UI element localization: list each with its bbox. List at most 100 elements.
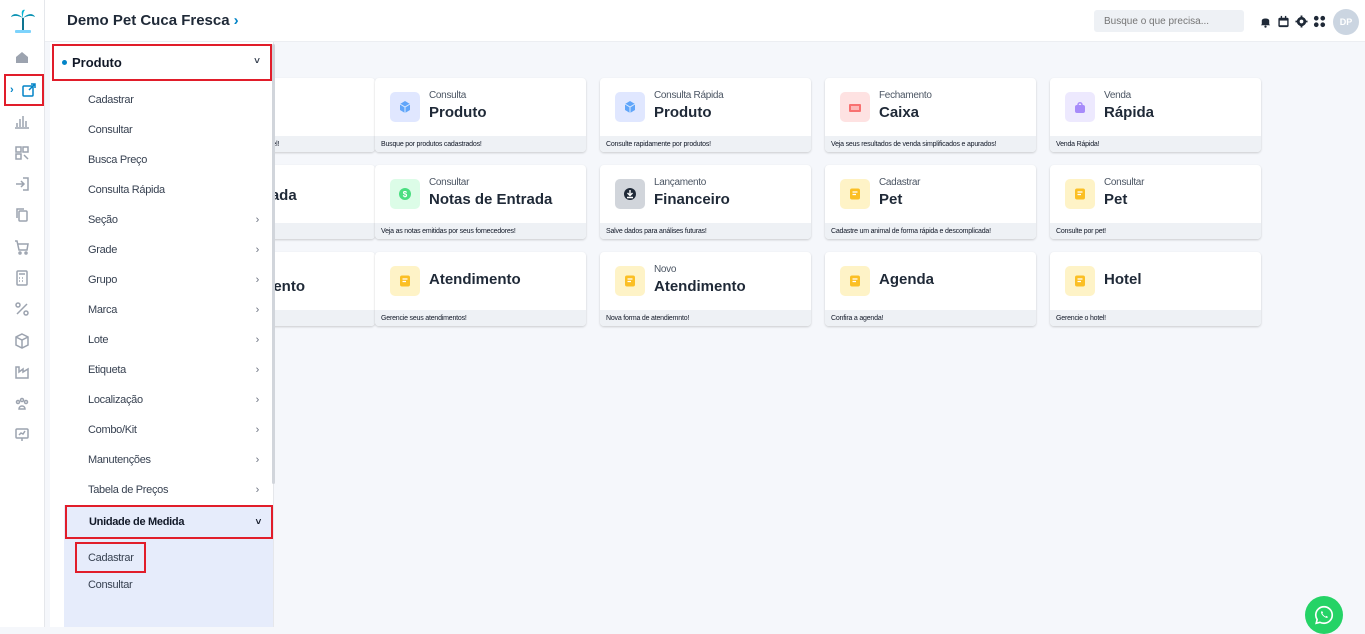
shortcut-card[interactable]: Venda Rápida Venda Rápida!: [1050, 78, 1261, 152]
box-icon[interactable]: [12, 331, 32, 351]
avatar[interactable]: DP: [1333, 9, 1359, 35]
unidade-cadastrar-link[interactable]: Cadastrar: [75, 542, 146, 573]
chevron-right-icon: ›: [233, 12, 239, 29]
cube-icon: [390, 92, 420, 122]
page-title[interactable]: Demo Pet Cuca Fresca ›: [67, 12, 239, 29]
submenu-item-label: Consultar: [88, 124, 133, 136]
chart-bars-icon[interactable]: [12, 112, 32, 132]
card-subtitle: Venda: [1104, 90, 1131, 101]
card-subtitle: Lançamento: [654, 177, 707, 188]
submenu-header-produto[interactable]: Produto ˅: [52, 44, 272, 81]
note-icon: [615, 266, 645, 296]
submenu-item-label: Combo/Kit: [88, 424, 137, 436]
submenu-item[interactable]: Localização ›: [65, 385, 273, 415]
presentation-icon[interactable]: [12, 425, 32, 445]
paw-icon[interactable]: [12, 394, 32, 414]
shortcut-card[interactable]: Consulta Rápida Produto Consulte rapidamen…: [600, 78, 811, 152]
chevron-down-icon: ˅: [255, 516, 261, 528]
percent-icon[interactable]: [12, 299, 32, 319]
bell-icon[interactable]: [1258, 14, 1272, 28]
card-title: Produto: [654, 104, 712, 121]
note-icon: [840, 266, 870, 296]
card-description: Nova forma de atendiemnto!: [600, 310, 811, 326]
card-description: Veja as notas emitidas por seus forneced…: [375, 223, 586, 239]
submenu-item[interactable]: Grupo ›: [65, 265, 273, 295]
card-title: Atendimento: [654, 278, 746, 295]
submenu-item[interactable]: Consultar: [65, 115, 273, 145]
apps-grid-icon[interactable]: [1312, 14, 1326, 28]
top-header: Demo Pet Cuca Fresca› DP: [45, 0, 1365, 42]
submenu-item[interactable]: Etiqueta ›: [65, 355, 273, 385]
card-subtitle: Consulta: [429, 90, 467, 101]
submenu-scrollbar[interactable]: [272, 44, 275, 484]
submenu-item-unidade-medida[interactable]: Unidade de Medida ˅: [65, 505, 273, 539]
chevron-right-icon: ›: [255, 244, 260, 256]
submenu-item[interactable]: Consulta Rápida: [65, 175, 273, 205]
submenu-item[interactable]: Tabela de Preços ›: [65, 475, 273, 505]
card-description: Gerencie seus atendimentos!: [375, 310, 586, 326]
submenu-item-label: Seção: [88, 214, 118, 226]
qr-code-icon[interactable]: [12, 143, 32, 163]
submenu-item-label: Lote: [88, 334, 109, 346]
shortcut-card[interactable]: Hotel Gerencie o hotel!: [1050, 252, 1261, 326]
home-icon[interactable]: [12, 47, 32, 67]
submenu-item[interactable]: Busca Preço: [65, 145, 273, 175]
submenu-item-label: Grade: [88, 244, 118, 256]
card-title: Agenda: [879, 271, 935, 288]
chevron-right-icon: ›: [255, 274, 260, 286]
whatsapp-icon[interactable]: [1305, 596, 1343, 634]
left-rail: ›: [0, 0, 45, 627]
submenu-item[interactable]: Combo/Kit ›: [65, 415, 273, 445]
login-icon[interactable]: [12, 174, 32, 194]
cart-icon[interactable]: [12, 237, 32, 257]
shortcut-card[interactable]: $ Consultar Notas de Entrada Veja as notas …: [375, 165, 586, 239]
shortcut-card[interactable]: Agenda Confira a agenda!: [825, 252, 1036, 326]
copy-icon[interactable]: [12, 205, 32, 225]
external-link-icon[interactable]: [19, 80, 39, 100]
search-input[interactable]: [1094, 10, 1244, 32]
shortcut-card[interactable]: Fechamento Caixa Veja seus resultados de v…: [825, 78, 1036, 152]
note-icon: [1065, 179, 1095, 209]
submenu-item[interactable]: Seção ›: [65, 205, 273, 235]
submenu-item[interactable]: Marca ›: [65, 295, 273, 325]
bag-icon: [1065, 92, 1095, 122]
shortcut-card[interactable]: Cadastrar Pet Cadastre um animal de forma …: [825, 165, 1036, 239]
calendar-icon[interactable]: [1276, 14, 1290, 28]
note-icon: [1065, 266, 1095, 296]
factory-icon[interactable]: [12, 362, 32, 382]
card-description: Confira a agenda!: [825, 310, 1036, 326]
svg-text:$: $: [403, 190, 408, 199]
gear-icon[interactable]: [1294, 14, 1308, 28]
download-icon: [615, 179, 645, 209]
card-title: Caixa: [879, 104, 920, 121]
submenu-item-label: Tabela de Preços: [88, 484, 169, 496]
card-title: Pet: [879, 191, 903, 208]
shortcut-card[interactable]: Novo Atendimento Nova forma de atendiemnto…: [600, 252, 811, 326]
shortcut-card[interactable]: Atendimento Gerencie seus atendimentos!: [375, 252, 586, 326]
card-subtitle: Novo: [654, 264, 677, 275]
calculator-icon[interactable]: [12, 268, 32, 288]
submenu-item[interactable]: Lote ›: [65, 325, 273, 355]
submenu-item-label: Marca: [88, 304, 118, 316]
chevron-right-icon: ›: [255, 334, 260, 346]
chevron-right-icon: ›: [255, 394, 260, 406]
submenu-item[interactable]: Grade ›: [65, 235, 273, 265]
shortcut-card[interactable]: Consultar Pet Consulte por pet!: [1050, 165, 1261, 239]
palm-logo-icon[interactable]: [9, 8, 37, 34]
register-icon: [840, 92, 870, 122]
chevron-right-icon: ›: [10, 84, 14, 96]
card-subtitle: Cadastrar: [879, 177, 921, 188]
chevron-right-icon: ›: [255, 484, 260, 496]
unidade-consultar-link[interactable]: Consultar: [88, 579, 133, 591]
shortcut-card[interactable]: Lançamento Financeiro Salve dados para aná…: [600, 165, 811, 239]
card-title: Produto: [429, 104, 487, 121]
card-description: Consulte rapidamente por produtos!: [600, 136, 811, 152]
submenu-item[interactable]: Manutenções ›: [65, 445, 273, 475]
money-icon: $: [390, 179, 420, 209]
card-description: Consulte por pet!: [1050, 223, 1261, 239]
card-title: Rápida: [1104, 104, 1155, 121]
submenu-item[interactable]: Cadastrar: [65, 85, 273, 115]
chevron-right-icon: ›: [255, 424, 260, 436]
note-icon: [390, 266, 420, 296]
shortcut-card[interactable]: Consulta Produto Busque por produtos cadas…: [375, 78, 586, 152]
